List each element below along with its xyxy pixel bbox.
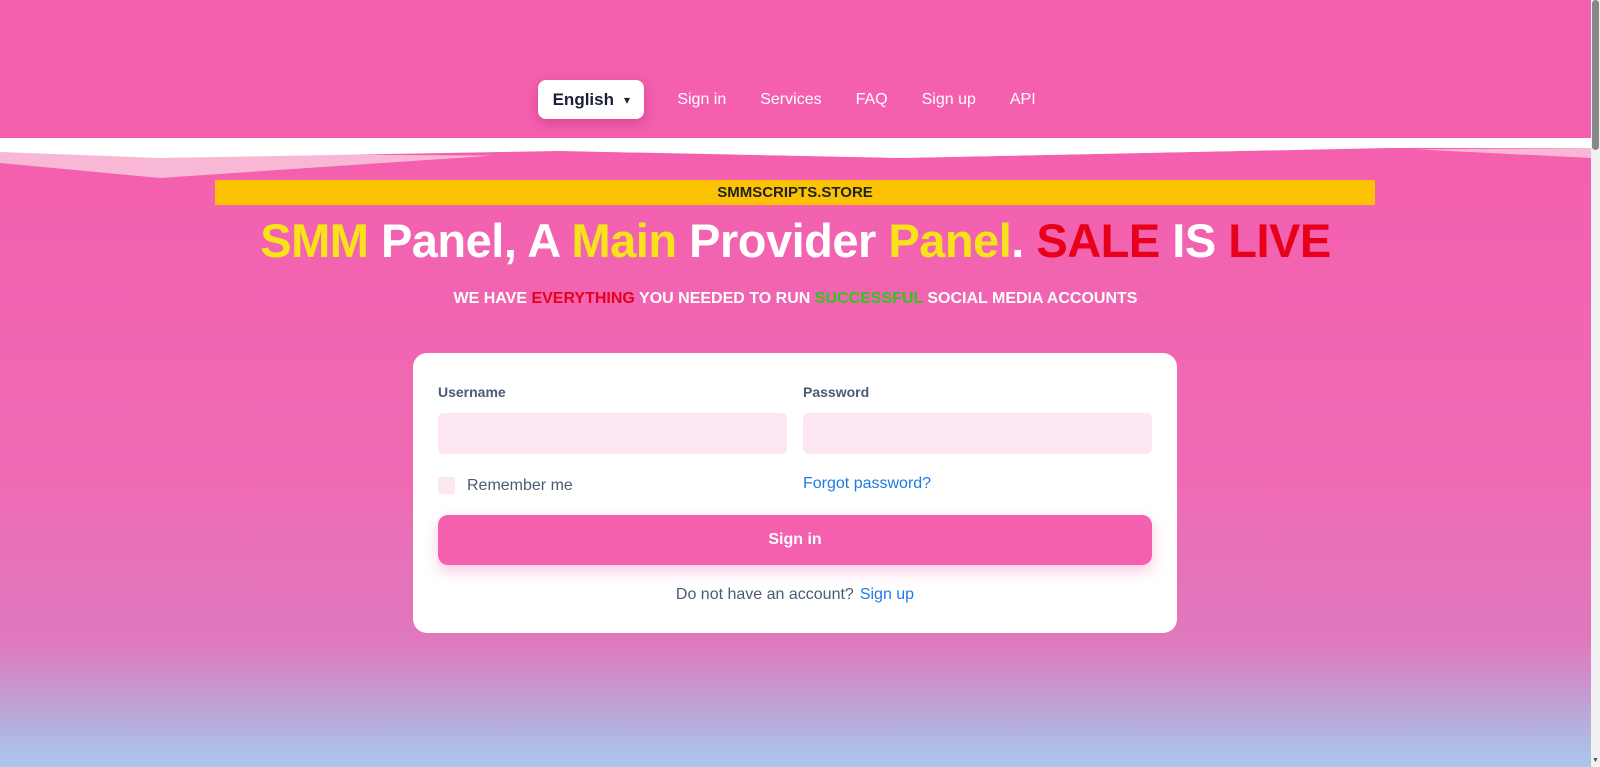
nav-signup-link[interactable]: Sign up xyxy=(905,91,993,109)
headline-part: IS xyxy=(1159,214,1229,267)
no-account-text: Do not have an account? xyxy=(675,586,854,603)
nav-services-link[interactable]: Services xyxy=(743,91,838,109)
headline-part: LIVE xyxy=(1228,214,1331,267)
subtitle-part: SUCCESSFUL xyxy=(814,290,923,307)
login-form: Username Password Remember me Forgot pas… xyxy=(413,353,1177,633)
headline-part: Panel, A xyxy=(368,214,572,267)
headline-part: SALE xyxy=(1036,214,1160,267)
scrollbar-thumb[interactable] xyxy=(1592,0,1599,150)
headline-part: Provider xyxy=(676,214,889,267)
password-label: Password xyxy=(803,384,870,400)
signin-button[interactable]: Sign in xyxy=(438,515,1152,565)
headline-part: Panel xyxy=(888,214,1012,267)
password-input[interactable] xyxy=(803,413,1152,454)
nav-faq-link[interactable]: FAQ xyxy=(839,91,905,109)
subtitle-part: YOU NEEDED TO RUN xyxy=(634,290,815,307)
headline-part: . xyxy=(1011,214,1037,267)
page-title: SMM Panel, A Main Provider Panel. SALE I… xyxy=(0,213,1591,268)
remember-me-checkbox[interactable] xyxy=(438,477,455,494)
subtitle-part: EVERYTHING xyxy=(531,290,635,307)
page-subtitle: WE HAVE EVERYTHING YOU NEEDED TO RUN SUC… xyxy=(0,290,1591,308)
scroll-down-icon[interactable]: ▼ xyxy=(1591,755,1600,767)
chevron-down-icon: ▾ xyxy=(624,92,631,107)
forgot-password-link[interactable]: Forgot password? xyxy=(803,475,931,493)
scrollbar[interactable]: ▲ ▼ xyxy=(1591,0,1600,767)
main-nav: English ▾ Sign in Services FAQ Sign up A… xyxy=(0,80,1591,119)
headline-part: Main xyxy=(571,214,677,267)
subtitle-part: WE HAVE xyxy=(453,290,532,307)
signup-prompt: Do not have an account? Sign up xyxy=(413,586,1177,604)
signup-link[interactable]: Sign up xyxy=(860,586,914,603)
subtitle-part: SOCIAL MEDIA ACCOUNTS xyxy=(922,290,1138,307)
language-label: English xyxy=(552,89,614,109)
language-selector[interactable]: English ▾ xyxy=(538,80,645,119)
promo-banner: SMMSCRIPTS.STORE xyxy=(215,180,1375,205)
username-input[interactable] xyxy=(438,413,787,454)
nav-signin-link[interactable]: Sign in xyxy=(660,91,743,109)
wave-divider xyxy=(0,138,1591,183)
headline-part: SMM xyxy=(260,214,369,267)
remember-me-label: Remember me xyxy=(467,477,573,494)
nav-api-link[interactable]: API xyxy=(993,91,1053,109)
username-label: Username xyxy=(438,384,506,400)
